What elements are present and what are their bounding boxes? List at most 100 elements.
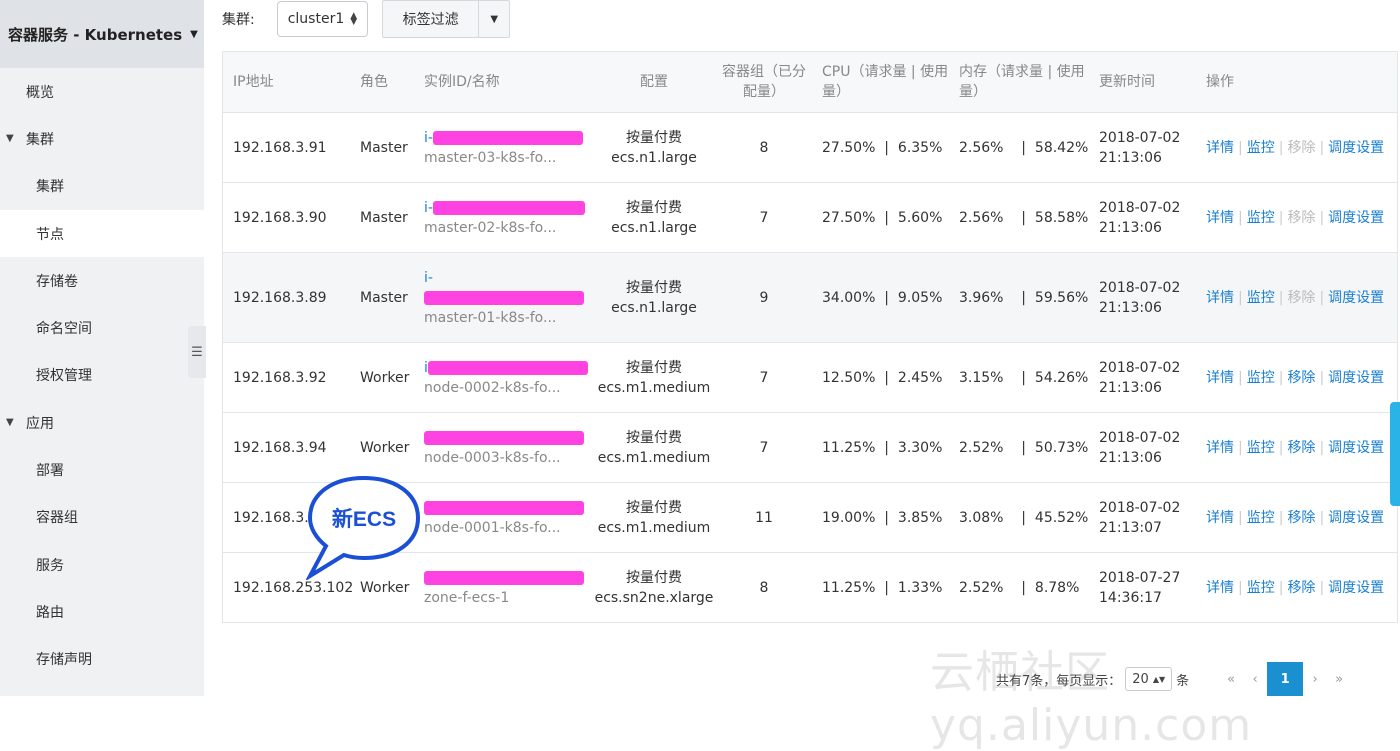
mem-request: 3.08% <box>959 509 1004 526</box>
sidebar-item-11[interactable]: 路由 <box>0 588 204 635</box>
billing-type: 按量付费 <box>626 359 682 376</box>
sidebar-item-label: 部署 <box>36 463 64 480</box>
prev-page-button[interactable]: ‹ <box>1243 672 1267 687</box>
cluster-select[interactable]: cluster1 ▲ ▼ <box>276 1 369 37</box>
current-page[interactable]: 1 <box>1267 662 1304 696</box>
instance-id-link[interactable]: i <box>424 360 588 376</box>
sidebar-item-12[interactable]: 存储声明 <box>0 636 204 683</box>
detail-link[interactable]: 详情 <box>1206 440 1234 456</box>
instance-id-link[interactable] <box>424 570 584 586</box>
schedule-settings-link[interactable]: 调度设置 <box>1328 370 1384 386</box>
sidebar-item-4[interactable]: 存储卷 <box>0 257 204 304</box>
sidebar-item-1[interactable]: ▼ 集群 <box>0 115 204 162</box>
cell-role: Worker <box>360 369 410 386</box>
monitor-link[interactable]: 监控 <box>1247 510 1275 526</box>
detail-link[interactable]: 详情 <box>1206 510 1234 526</box>
schedule-settings-link[interactable]: 调度设置 <box>1328 140 1384 156</box>
update-clock: 14:36:17 <box>1099 589 1162 606</box>
sidebar-item-2[interactable]: 集群 <box>0 163 204 210</box>
monitor-link[interactable]: 监控 <box>1247 210 1275 226</box>
cell-instance: i-master-02-k8s-fo... <box>414 198 594 238</box>
monitor-link[interactable]: 监控 <box>1247 290 1275 306</box>
billing-type: 按量付费 <box>626 569 682 586</box>
instance-id-link[interactable]: i- <box>424 200 585 216</box>
table-row: 192.168.3.94 Worker node-0003-k8s-fo... 按量付… <box>223 412 1397 482</box>
remove-link[interactable]: 移除 <box>1287 510 1315 526</box>
update-clock: 21:13:06 <box>1099 219 1162 236</box>
cell-cpu: 12.50% | 2.45% <box>822 369 943 386</box>
detail-link[interactable]: 详情 <box>1206 580 1234 596</box>
sidebar-item-7[interactable]: ▼ 应用 <box>0 399 204 446</box>
remove-link[interactable]: 移除 <box>1287 580 1315 596</box>
detail-link[interactable]: 详情 <box>1206 210 1234 226</box>
schedule-settings-link[interactable]: 调度设置 <box>1328 210 1384 226</box>
instance-spec: ecs.m1.medium <box>597 449 711 466</box>
feedback-tab[interactable] <box>1390 402 1400 506</box>
sidebar-item-label: 命名空间 <box>36 321 92 338</box>
expand-caret-icon: ▼ <box>6 133 14 145</box>
cell-role: Worker <box>360 579 410 596</box>
instance-id-link[interactable]: i- <box>424 130 583 146</box>
schedule-settings-link[interactable]: 调度设置 <box>1328 440 1384 456</box>
detail-link[interactable]: 详情 <box>1206 370 1234 386</box>
cell-ip: 192.168.3.92 <box>233 369 327 386</box>
detail-link[interactable]: 详情 <box>1206 290 1234 306</box>
cpu-request: 19.00% <box>822 509 876 526</box>
header-actions: 操作 <box>1206 74 1234 90</box>
sidebar-item-5[interactable]: 命名空间 <box>0 304 204 351</box>
sidebar-item-10[interactable]: 服务 <box>0 541 204 588</box>
tag-filter-dropdown-icon[interactable]: ▼ <box>479 1 509 37</box>
cell-actions: 详情 | 监控 | 移除 | 调度设置 <box>1206 509 1385 526</box>
header-config: 配置 <box>640 74 668 90</box>
cell-cpu: 11.25% | 1.33% <box>822 579 943 596</box>
update-date: 2018-07-27 <box>1099 569 1181 586</box>
callout-text: 新ECS <box>332 507 396 531</box>
instance-id-link[interactable] <box>424 500 584 516</box>
cpu-usage: 6.35% <box>897 139 943 156</box>
chevron-down-icon[interactable]: ▼ <box>190 29 198 40</box>
tag-filter-button[interactable]: 标签过滤 <box>383 1 480 37</box>
monitor-link[interactable]: 监控 <box>1247 140 1275 156</box>
detail-link[interactable]: 详情 <box>1206 140 1234 156</box>
redaction-mark <box>424 290 584 305</box>
sidebar-item-9[interactable]: 容器组 <box>0 494 204 541</box>
pagination: 共有7条，每页显示： 20 ▲▼ 条 « ‹ 1 › » <box>996 662 1351 696</box>
mem-request: 3.96% <box>959 289 1004 306</box>
cell-role: Master <box>360 209 408 226</box>
mem-request: 2.52% <box>959 579 1004 596</box>
collapse-sidebar-icon[interactable]: ☰ <box>188 326 206 378</box>
instance-id-link[interactable]: i- <box>424 270 584 306</box>
sidebar-header[interactable]: 容器服务 - Kubernetes ▼ <box>0 0 204 68</box>
monitor-link[interactable]: 监控 <box>1247 580 1275 596</box>
schedule-settings-link[interactable]: 调度设置 <box>1328 580 1384 596</box>
header-memory: 内存（请求量 | 使用量） <box>959 64 1085 100</box>
mem-usage: 59.56% <box>1034 289 1089 306</box>
page-size-select[interactable]: 20 ▲▼ <box>1125 667 1173 691</box>
redaction-mark <box>427 360 588 375</box>
sidebar-item-0[interactable]: 概览 <box>0 68 204 115</box>
sidebar-item-label: 概览 <box>26 84 54 101</box>
instance-spec: ecs.n1.large <box>611 149 697 166</box>
mem-usage: 58.42% <box>1034 139 1089 156</box>
instance-name: master-01-k8s-fo... <box>424 309 557 326</box>
first-page-button[interactable]: « <box>1219 672 1243 687</box>
cell-config: 按量付费 ecs.m1.medium <box>594 498 714 538</box>
instance-spec: ecs.m1.medium <box>597 379 711 396</box>
remove-link[interactable]: 移除 <box>1287 370 1315 386</box>
schedule-settings-link[interactable]: 调度设置 <box>1328 510 1384 526</box>
sidebar-item-6[interactable]: 授权管理 <box>0 352 204 399</box>
monitor-link[interactable]: 监控 <box>1247 370 1275 386</box>
last-page-button[interactable]: » <box>1327 672 1351 687</box>
monitor-link[interactable]: 监控 <box>1247 440 1275 456</box>
tag-filter-group: 标签过滤 ▼ <box>382 0 511 38</box>
header-role: 角色 <box>360 74 388 90</box>
next-page-button[interactable]: › <box>1303 672 1327 687</box>
schedule-settings-link[interactable]: 调度设置 <box>1328 290 1384 306</box>
sidebar-item-3[interactable]: 节点 <box>0 209 204 258</box>
table-row: 192.168.3.89 Master i-master-01-k8s-fo... 按… <box>223 252 1397 342</box>
billing-type: 按量付费 <box>626 129 682 146</box>
sidebar-item-8[interactable]: 部署 <box>0 446 204 493</box>
remove-link[interactable]: 移除 <box>1287 440 1315 456</box>
instance-id-link[interactable] <box>424 430 584 446</box>
total-count: 共有7条，每页显示： <box>996 673 1122 689</box>
